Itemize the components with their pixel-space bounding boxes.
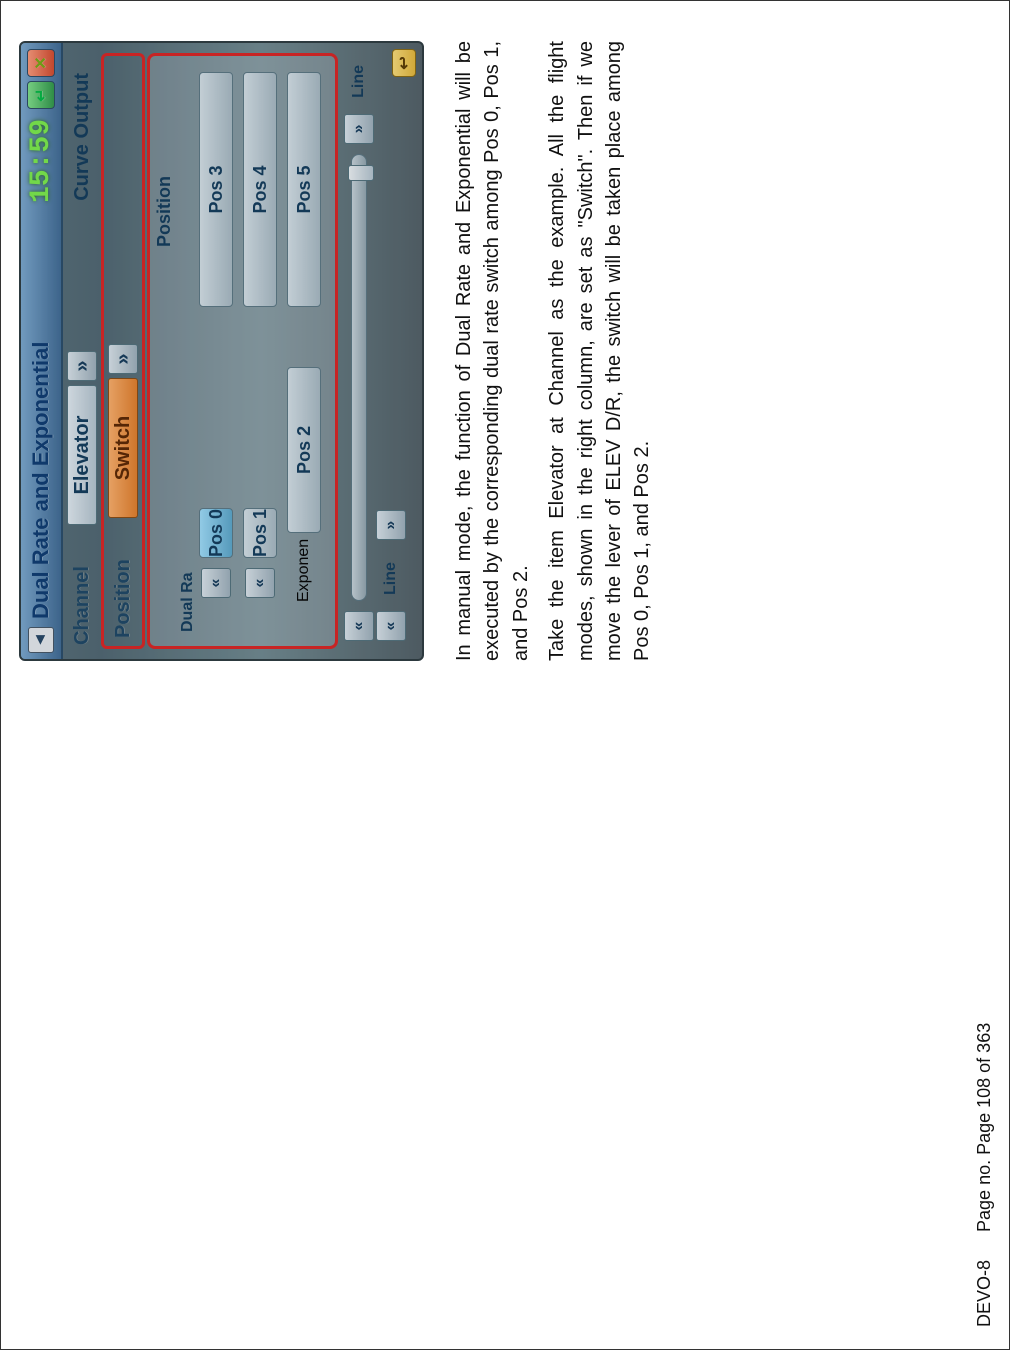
return-arrow-icon[interactable]: ↩ [392, 49, 416, 77]
caption-block: In manual mode, the function of Dual Rat… [450, 41, 657, 661]
exponential-label: Exponen [295, 539, 313, 602]
device-screenshot: ◄ Dual Rate and Exponential 15:59 ↵ ✕ Ch… [19, 41, 424, 661]
position-button-5[interactable]: Pos 5 [287, 72, 321, 307]
curve-output-label: Curve Output [71, 53, 94, 201]
caption-paragraph-1: In manual mode, the function of Dual Rat… [450, 41, 535, 661]
footer-page: Page no. Page 108 of 363 [974, 1023, 995, 1232]
position-row: Position Switch » [101, 53, 145, 649]
content-row: ◄ Dual Rate and Exponential 15:59 ↵ ✕ Ch… [19, 23, 665, 1327]
page-footer: DEVO-8 Page no. Page 108 of 363 [962, 23, 995, 1327]
segment-line-label: Line [350, 65, 368, 98]
pos0-prev-chevron-icon[interactable]: « [201, 568, 231, 598]
line-prev-chevron-icon[interactable]: « [344, 611, 374, 641]
channel-row: Channel Elevator » Curve Output [63, 43, 99, 659]
position-label: Position [112, 518, 135, 638]
position-panel-title: Position [150, 56, 175, 646]
line-row: « » Line [342, 43, 376, 659]
close-icon[interactable]: ✕ [27, 49, 55, 77]
position-button-2[interactable]: Pos 2 [287, 367, 321, 533]
channel-value[interactable]: Elevator [67, 385, 97, 525]
position-button-1[interactable]: Pos 1 [243, 508, 277, 558]
window-title: Dual Rate and Exponential [28, 342, 54, 620]
window-titlebar: ◄ Dual Rate and Exponential 15:59 ↵ ✕ [21, 43, 63, 659]
line-label: Line [382, 562, 400, 595]
dual-rate-row: Dual Ra [175, 56, 199, 646]
back-icon[interactable]: ◄ [28, 627, 54, 653]
dual-rate-label: Dual Ra [179, 522, 197, 632]
position-grid: « Pos 0 Pos 3 « Pos 1 Pos 4 Exponen Pos … [199, 56, 335, 646]
line-next-chevron-icon[interactable]: » [344, 114, 374, 144]
line2-next-chevron-icon[interactable]: » [376, 510, 406, 540]
position-button-3[interactable]: Pos 3 [199, 72, 233, 307]
line2-prev-chevron-icon[interactable]: « [376, 611, 406, 641]
channel-label: Channel [71, 525, 94, 645]
pos1-prev-chevron-icon[interactable]: « [245, 568, 275, 598]
left-blank-column [19, 687, 665, 1327]
caption-paragraph-2: Take the item Elevator at Channel as the… [543, 41, 657, 661]
page-sheet: ◄ Dual Rate and Exponential 15:59 ↵ ✕ Ch… [0, 0, 1010, 1350]
position-button-0[interactable]: Pos 0 [199, 508, 233, 558]
line-row-2: « Line » [376, 43, 408, 659]
right-column: ◄ Dual Rate and Exponential 15:59 ↵ ✕ Ch… [19, 41, 665, 661]
footer-model: DEVO-8 [974, 1260, 995, 1327]
channel-next-chevron-icon[interactable]: » [67, 351, 97, 381]
position-next-chevron-icon[interactable]: » [108, 344, 138, 374]
position-value[interactable]: Switch [108, 378, 138, 518]
ok-icon[interactable]: ↵ [27, 81, 55, 109]
position-button-4[interactable]: Pos 4 [243, 72, 277, 307]
line-slider[interactable] [351, 154, 367, 601]
clock-readout: 15:59 [26, 115, 57, 203]
position-panel: Position Dual Ra « Pos 0 Pos 3 « Pos 1 [147, 53, 338, 649]
